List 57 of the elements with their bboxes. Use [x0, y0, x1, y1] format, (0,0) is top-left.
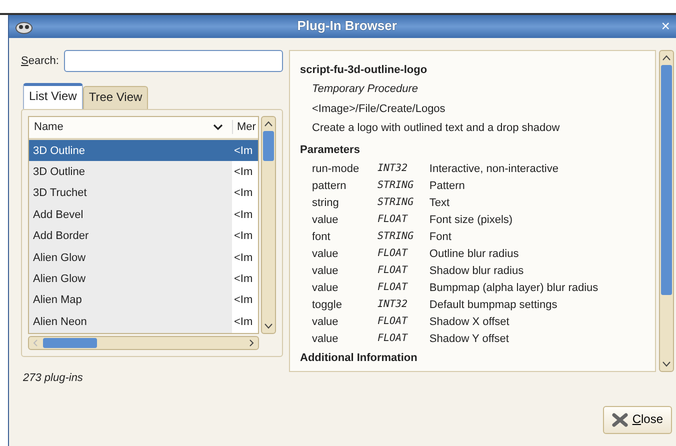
parameter-type: FLOAT: [377, 213, 409, 228]
tab[interactable]: Tree View: [82, 86, 148, 109]
parameter-name: string: [312, 194, 378, 212]
window-title: Plug-In Browser: [296, 18, 398, 35]
parameter-name: pattern: [312, 177, 378, 194]
search-label: Search:: [21, 54, 59, 68]
tab[interactable]: List View: [23, 83, 83, 109]
parameter-type: STRING: [377, 194, 430, 212]
search-field[interactable]: [64, 50, 283, 72]
section-heading: Parameters: [300, 143, 361, 158]
parameter-description: Default bumpmap settings: [429, 298, 558, 313]
parameter-description: Font size (pixels): [429, 212, 514, 228]
parameter-description: Outline blur radius: [429, 246, 520, 262]
parameter-description: Font: [429, 230, 452, 245]
menu-path: <Image>/File/Create/Logos: [311, 102, 446, 116]
vertical-scrollbar[interactable]: [261, 116, 276, 334]
scrollbar-thumb[interactable]: [661, 65, 672, 295]
procedure-description: Create a logo with outlined text and a drop shadow: [311, 120, 561, 136]
parameter-name: value: [312, 332, 340, 347]
parameter-name: value: [312, 246, 340, 262]
horizontal-scrollbar[interactable]: [28, 336, 259, 350]
parameter-description: Bumpmap (alpha layer) blur radius: [429, 280, 600, 296]
parameter-type: FLOAT: [377, 330, 430, 348]
parameter-type: FLOAT: [377, 281, 409, 296]
parameter-description: Text: [429, 196, 451, 211]
section-heading: Additional Information: [300, 351, 418, 366]
parameter-description: Shadow blur radius: [429, 264, 525, 279]
parameter-type: STRING: [377, 230, 415, 244]
parameter-description: Shadow X offset: [429, 314, 510, 330]
chevron-down-icon[interactable]: [212, 123, 224, 132]
parameter-type: STRING: [377, 179, 415, 194]
parameter-description: Interactive, non-interactive: [429, 162, 560, 177]
close-button[interactable]: Close: [603, 406, 672, 434]
parameter-type: INT32: [377, 298, 409, 312]
parameter-name: value: [312, 280, 340, 296]
procedure-type: Temporary Procedure: [311, 82, 419, 97]
parameter-name: run-mode: [312, 160, 378, 178]
parameter-type: FLOAT: [377, 313, 430, 330]
procedure-name: script-fu-3d-outline-logo: [300, 63, 428, 78]
column-header[interactable]: Mer: [232, 120, 258, 134]
parameter-name: font: [312, 228, 378, 246]
parameter-name: value: [312, 314, 340, 330]
parameter-name: value: [312, 264, 340, 279]
app-icon: [15, 20, 33, 34]
parameter-type: INT32: [377, 162, 409, 176]
parameter-type: FLOAT: [377, 245, 430, 262]
parameter-description: Shadow Y offset: [429, 332, 510, 347]
scrollbar-thumb[interactable]: [263, 130, 274, 161]
plug-in-count: 273 plug-ins: [22, 370, 84, 385]
scrollbar-thumb[interactable]: [43, 338, 97, 348]
parameter-name: toggle: [312, 296, 378, 314]
x-mark-icon: [612, 413, 628, 428]
parameter-description: Pattern: [429, 178, 466, 194]
column-header[interactable]: Name: [34, 120, 212, 134]
parameter-type: FLOAT: [377, 262, 430, 280]
vertical-scrollbar[interactable]: [659, 50, 674, 372]
parameter-name: value: [312, 212, 340, 228]
